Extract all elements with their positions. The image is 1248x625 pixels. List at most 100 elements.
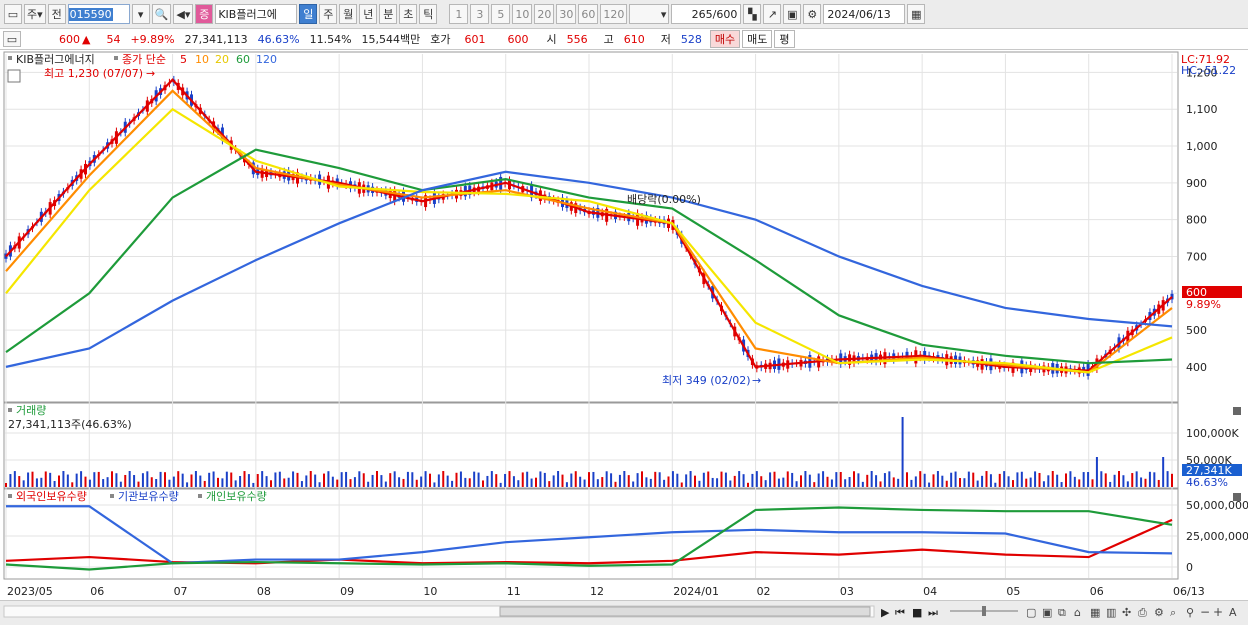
volume-bar: [512, 476, 515, 487]
buy-button[interactable]: 매수: [709, 30, 741, 48]
volume-bar: [164, 472, 166, 487]
volume-bar: [1140, 477, 1143, 487]
stop-icon[interactable]: ■: [912, 606, 922, 619]
chart-canvas[interactable]: 1,2001,1001,000900800700600500400100,000…: [0, 50, 1248, 600]
volume-bar: [345, 471, 348, 487]
info-toggle-icon[interactable]: ▭: [3, 31, 21, 47]
minute-20[interactable]: 20: [534, 4, 555, 24]
crosshair-icon[interactable]: ✣: [1122, 606, 1131, 619]
font-size-icon[interactable]: A: [1229, 606, 1237, 619]
stock-code-input[interactable]: 015590: [67, 4, 130, 24]
minute-3[interactable]: 3: [470, 4, 490, 24]
volume-bar: [1087, 472, 1090, 487]
volume-bar: [420, 476, 423, 487]
print-icon[interactable]: ⎙: [1138, 606, 1147, 619]
minute-5[interactable]: 5: [491, 4, 511, 24]
ruler-icon[interactable]: ⌂: [1074, 606, 1081, 619]
volume-bar: [194, 471, 197, 487]
volume-panel-close-icon[interactable]: [1233, 407, 1241, 415]
high-arrow-icon: →: [146, 67, 155, 80]
draw-tool-icon[interactable]: ↗: [763, 4, 782, 24]
minute-30[interactable]: 30: [556, 4, 577, 24]
sound-icon[interactable]: ◀▾: [173, 4, 194, 24]
plus-icon[interactable]: +: [1213, 605, 1223, 619]
holdings-panel-close-icon[interactable]: [1233, 493, 1241, 501]
volume-bar: [442, 471, 445, 487]
volume-bar: [720, 471, 723, 487]
volume-bar: [1148, 471, 1151, 487]
period-tick[interactable]: 틱: [419, 4, 438, 24]
market-select[interactable]: 주 ▾: [24, 4, 46, 24]
volume-bar: [791, 472, 794, 487]
chart-area[interactable]: 1,2001,1001,000900800700600500400100,000…: [0, 50, 1248, 600]
settings-icon[interactable]: ⚙: [1154, 606, 1164, 619]
volume-bar: [133, 475, 136, 487]
volume-bar: [1171, 473, 1173, 487]
high-label: 고: [603, 33, 614, 46]
zoom-out-icon[interactable]: −: [1200, 605, 1210, 619]
price-panel-frame: [3, 51, 1179, 403]
legend-marker: [110, 494, 114, 498]
code-dropdown-icon[interactable]: ▾: [131, 4, 150, 24]
search-zoom-icon[interactable]: ⌕: [1170, 606, 1176, 619]
search-icon[interactable]: 🔍: [151, 4, 172, 24]
holdings-legend-foreign: 외국인보유수량: [16, 490, 87, 503]
volume-bar: [963, 478, 966, 487]
volume-bar: [800, 475, 802, 487]
interval-dropdown[interactable]: ▾: [629, 4, 670, 24]
current-price: 600: [59, 32, 80, 46]
volume-bar: [1162, 457, 1165, 487]
volume-bar: [1078, 479, 1081, 487]
holdings-tick-label: 25,000,000: [1186, 530, 1248, 543]
volume-bar: [1144, 478, 1147, 487]
x-tick-label: 02: [757, 585, 771, 598]
hc-label: HC:-51.22: [1181, 64, 1236, 77]
layout2-icon[interactable]: ▣: [1042, 606, 1052, 619]
volume-bar: [468, 478, 471, 487]
eval-button[interactable]: 평: [774, 30, 795, 48]
period-year[interactable]: 년: [359, 4, 378, 24]
grid-icon[interactable]: ▦: [1090, 606, 1100, 619]
volume-bar: [932, 474, 935, 487]
minute-10[interactable]: 10: [512, 4, 533, 24]
copy-icon[interactable]: ⧉: [1058, 606, 1066, 619]
date-field[interactable]: 2024/06/13: [823, 4, 906, 24]
sell-button[interactable]: 매도: [742, 30, 773, 48]
calendar-icon[interactable]: ▦: [907, 4, 926, 24]
prev-button[interactable]: 전: [47, 4, 66, 24]
volume-bar: [88, 479, 91, 487]
rewind-icon[interactable]: ⏮: [895, 606, 905, 619]
minute-1[interactable]: 1: [449, 4, 469, 24]
period-month[interactable]: 월: [339, 4, 358, 24]
layout-icon[interactable]: ▢: [1026, 606, 1036, 619]
save-icon[interactable]: ▣: [783, 4, 802, 24]
volume-bar: [1126, 481, 1129, 487]
scroll-right-icon[interactable]: ▶: [881, 606, 890, 619]
volume-bar: [1104, 473, 1107, 487]
chart-type-icon[interactable]: ▥: [1106, 606, 1116, 619]
zoom-slider-handle[interactable]: [982, 606, 986, 616]
volume-bar: [146, 471, 149, 487]
x-tick-label: 2024/01: [673, 585, 719, 598]
table-icon[interactable]: [7, 69, 21, 83]
volume-bar: [106, 477, 109, 487]
volume-bar: [305, 475, 308, 487]
stock-name-field[interactable]: KIB플러그에: [215, 4, 298, 24]
forward-icon[interactable]: ⏭: [928, 606, 938, 619]
x-tick-label: 06: [90, 585, 104, 598]
minute-60[interactable]: 60: [578, 4, 599, 24]
data-count-field[interactable]: 265/600: [671, 4, 742, 24]
window-icon[interactable]: ▭: [4, 4, 22, 24]
scroll-thumb[interactable]: [499, 606, 871, 617]
minute-120[interactable]: 120: [600, 4, 628, 24]
volume-bar: [866, 474, 869, 487]
period-day[interactable]: 일: [299, 4, 318, 24]
chart-settings-icon[interactable]: ▚: [743, 4, 762, 24]
gear-icon[interactable]: ⚙: [803, 4, 822, 24]
period-second[interactable]: 초: [399, 4, 418, 24]
volume-bar: [1025, 478, 1028, 487]
period-minute[interactable]: 분: [379, 4, 398, 24]
volume-bar: [574, 471, 577, 487]
zoom-in-icon[interactable]: ⚲: [1186, 606, 1194, 619]
period-week[interactable]: 주: [319, 4, 338, 24]
